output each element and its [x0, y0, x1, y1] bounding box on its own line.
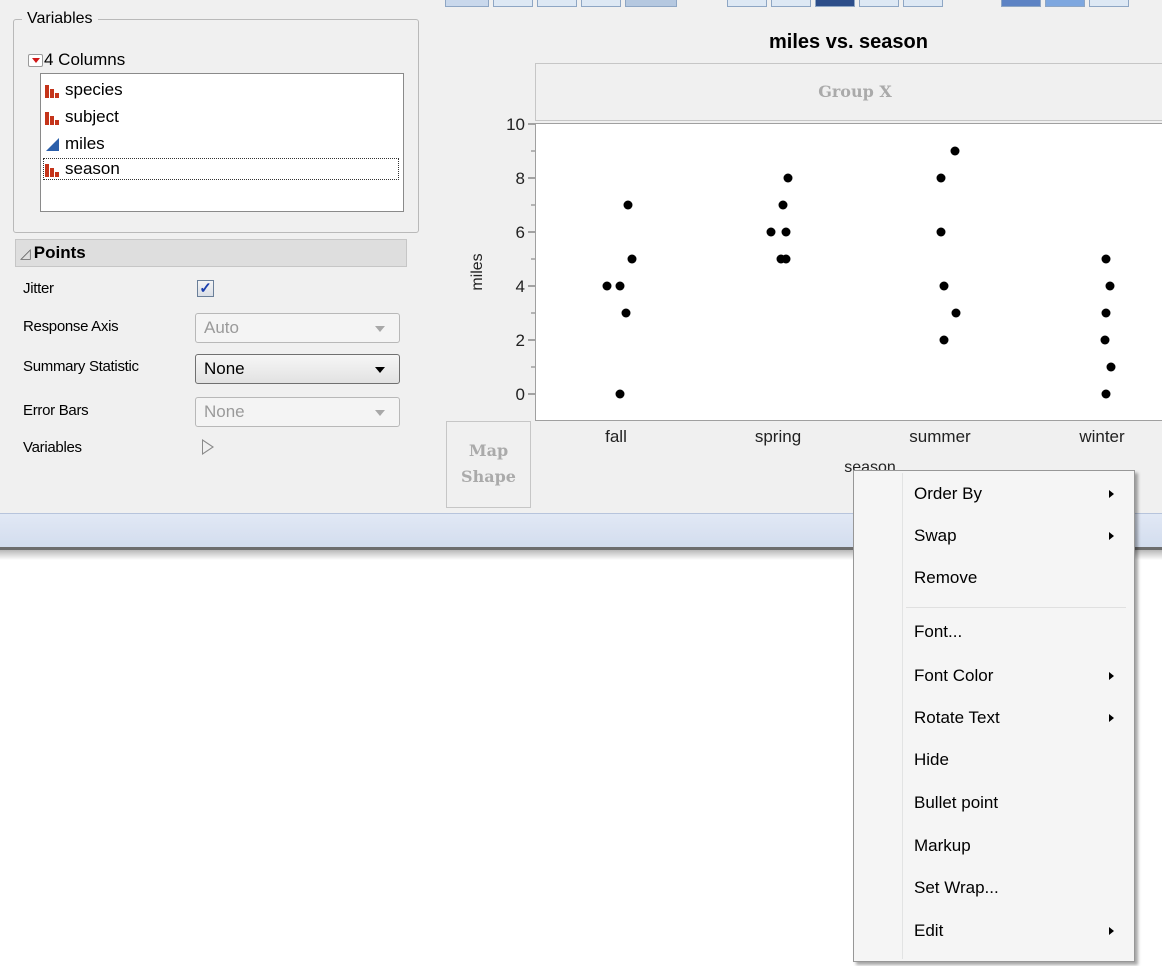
menu-item-set-wrap[interactable]: Set Wrap...	[914, 874, 1124, 902]
menu-item-remove[interactable]: Remove	[914, 564, 1124, 592]
menu-gutter	[902, 473, 903, 959]
data-point	[1100, 335, 1110, 345]
data-point	[1105, 281, 1115, 291]
submenu-arrow-icon	[1109, 714, 1114, 722]
menu-item-font-color[interactable]: Font Color	[914, 662, 1124, 690]
y-tick-label: 2	[516, 331, 525, 350]
menu-separator	[906, 607, 1126, 608]
data-point	[783, 173, 793, 183]
menu-item-label: Bullet point	[914, 793, 999, 812]
submenu-arrow-icon	[1109, 927, 1114, 935]
context-menu: Order By Swap Remove Font... Font Color …	[853, 470, 1135, 962]
data-point	[615, 281, 625, 291]
data-point	[602, 281, 612, 291]
menu-item-hide[interactable]: Hide	[914, 746, 1124, 774]
y-tick-label: 6	[516, 223, 525, 242]
menu-item-label: Font...	[914, 622, 963, 641]
data-point	[1101, 389, 1111, 399]
x-tick-label: spring	[755, 427, 801, 446]
data-point	[781, 227, 791, 237]
x-tick-label: summer	[909, 427, 971, 446]
menu-item-edit[interactable]: Edit	[914, 917, 1124, 945]
menu-item-label: Set Wrap...	[914, 878, 999, 897]
menu-item-label: Hide	[914, 750, 949, 769]
chart-svg: 0246810milesfall spring summer winterseason	[469, 115, 1125, 476]
data-point	[939, 281, 949, 291]
data-point	[778, 200, 788, 210]
submenu-arrow-icon	[1109, 490, 1114, 498]
data-point	[1101, 254, 1111, 264]
graph-builder-panel: Variables 4 Columns species subject mile…	[0, 0, 1162, 513]
data-point	[1101, 308, 1111, 318]
y-tick-label: 10	[506, 115, 525, 134]
menu-item-label: Edit	[914, 921, 944, 940]
x-tick-label: winter	[1078, 427, 1125, 446]
data-point	[936, 173, 946, 183]
y-tick-label: 8	[516, 169, 525, 188]
menu-item-label: Markup	[914, 836, 971, 855]
data-point	[936, 227, 946, 237]
menu-item-order-by[interactable]: Order By	[914, 480, 1124, 508]
menu-item-label: Order By	[914, 484, 983, 503]
data-point	[766, 227, 776, 237]
data-point	[627, 254, 637, 264]
data-point	[621, 308, 631, 318]
data-point	[939, 335, 949, 345]
y-axis-label: miles	[469, 253, 486, 290]
menu-item-label: Font Color	[914, 666, 994, 685]
data-point	[781, 254, 791, 264]
data-point	[951, 308, 961, 318]
y-tick-label: 4	[516, 277, 525, 296]
menu-item-label: Remove	[914, 568, 978, 587]
data-point	[615, 389, 625, 399]
menu-item-font[interactable]: Font...	[914, 618, 1124, 646]
submenu-arrow-icon	[1109, 672, 1114, 680]
submenu-arrow-icon	[1109, 532, 1114, 540]
data-point	[623, 200, 633, 210]
menu-item-swap[interactable]: Swap	[914, 522, 1124, 550]
menu-item-markup[interactable]: Markup	[914, 832, 1124, 860]
data-point	[950, 146, 960, 156]
menu-item-label: Swap	[914, 526, 957, 545]
data-point	[1106, 362, 1116, 372]
menu-item-label: Rotate Text	[914, 708, 1000, 727]
x-tick-label: fall	[605, 427, 627, 446]
menu-item-bullet-point[interactable]: Bullet point	[914, 789, 1124, 817]
y-tick-label: 0	[516, 385, 525, 404]
menu-item-rotate-text[interactable]: Rotate Text	[914, 704, 1124, 732]
